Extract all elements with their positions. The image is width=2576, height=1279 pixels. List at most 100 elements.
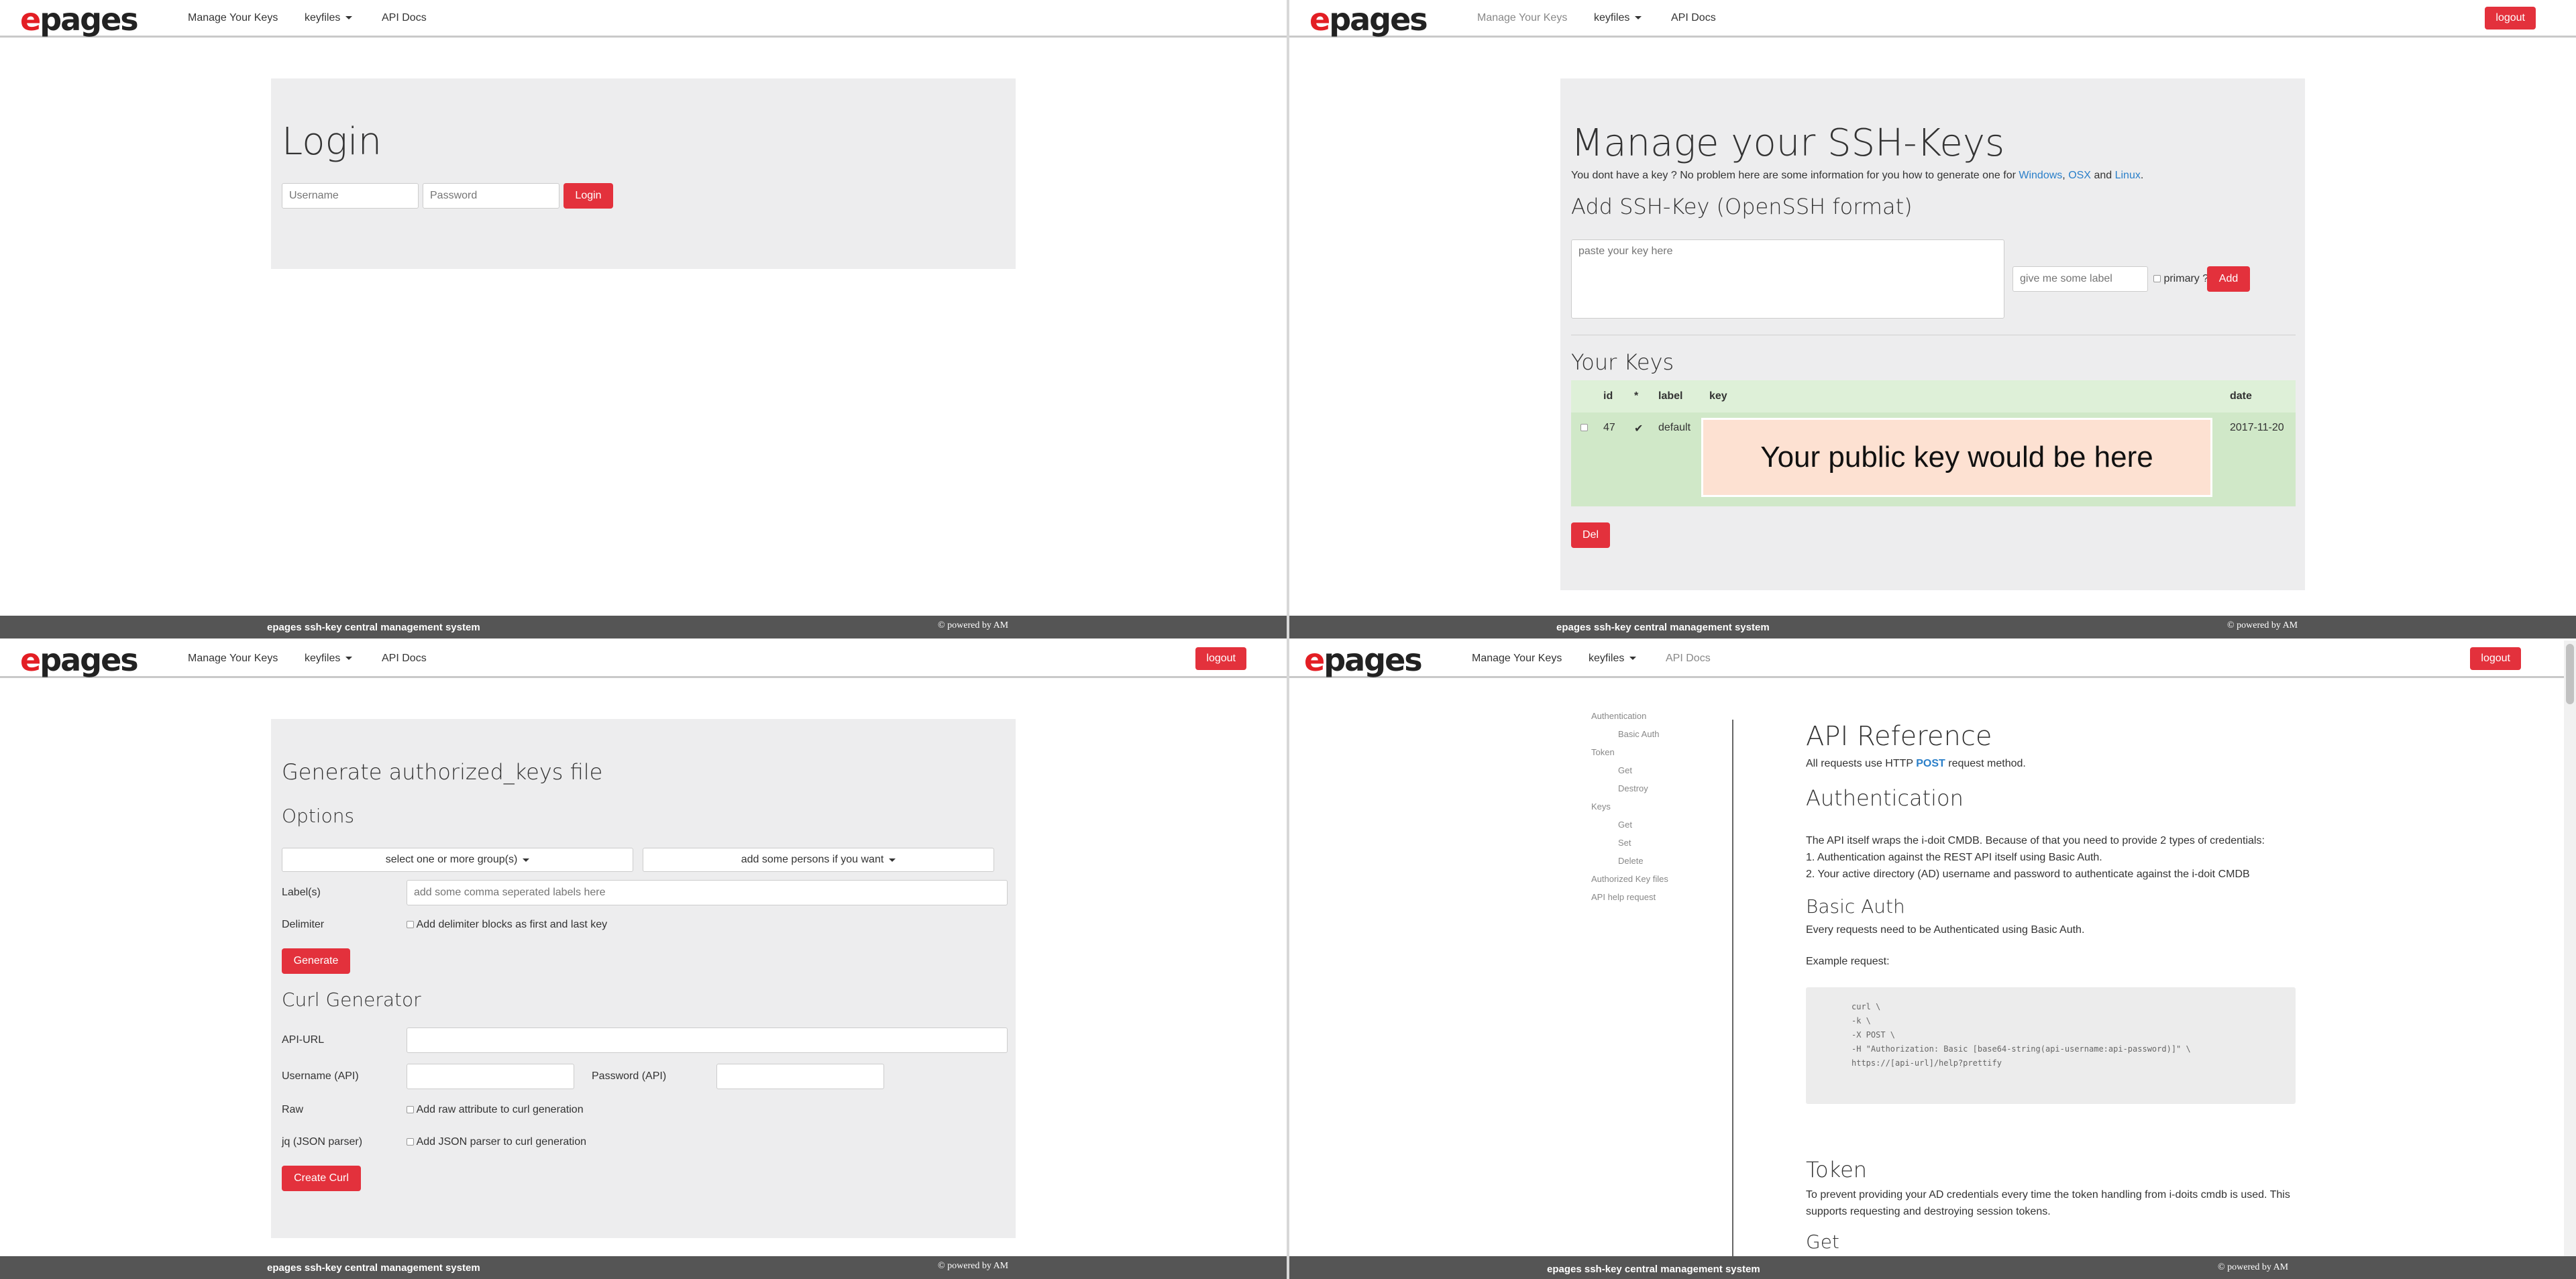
footer: epages ssh-key central management system… <box>0 1256 1287 1279</box>
footer-powered: © powered by AM <box>938 1261 1009 1271</box>
logout-button[interactable]: logout <box>2470 647 2521 670</box>
sidenav-api-help-request[interactable]: API help request <box>1591 892 1656 902</box>
code-line: -H "Authorization: Basic [base64-string(… <box>1851 1044 2191 1054</box>
footer-title: epages ssh-key central management system <box>267 622 480 633</box>
page-scrollbar[interactable] <box>2564 641 2576 1279</box>
token-heading: Token <box>1806 1157 1868 1182</box>
footer-title: epages ssh-key central management system <box>267 1262 480 1274</box>
generate-button[interactable]: Generate <box>282 948 350 974</box>
login-screen: epages Manage Your Keys keyfiles API Doc… <box>0 0 1287 638</box>
chevron-down-icon <box>1635 16 1642 20</box>
generate-keyfile-screen: epages Manage Your Keys keyfiles API Doc… <box>0 641 1287 1279</box>
footer-powered: © powered by AM <box>2227 620 2298 630</box>
navbar: epages Manage Your Keys keyfiles API Doc… <box>1289 0 2576 38</box>
sidenav-authorized-key-files[interactable]: Authorized Key files <box>1591 874 1668 884</box>
epages-logo[interactable]: epages <box>20 1 139 38</box>
col-label: label <box>1658 390 1683 402</box>
example-request-label: Example request: <box>1806 956 1890 967</box>
add-key-button[interactable]: Add <box>2207 266 2250 292</box>
footer-powered: © powered by AM <box>2218 1262 2289 1272</box>
sidenav-token[interactable]: Token <box>1591 747 1615 757</box>
raw-checkbox[interactable] <box>407 1106 414 1114</box>
sidenav-authentication[interactable]: Authentication <box>1591 711 1646 721</box>
login-panel: Login Login <box>271 78 1016 269</box>
epages-logo[interactable]: epages <box>1304 642 1423 678</box>
ssh-key-textarea[interactable] <box>1571 239 2004 319</box>
sidenav-token-get[interactable]: Get <box>1618 765 1632 775</box>
your-keys-heading: Your Keys <box>1571 349 1674 375</box>
groups-dropdown[interactable]: select one or more group(s) <box>282 848 633 872</box>
nav-api-docs[interactable]: API Docs <box>1666 653 1711 665</box>
raw-option: Add raw attribute to curl generation <box>407 1104 584 1116</box>
create-curl-button[interactable]: Create Curl <box>282 1166 361 1191</box>
primary-checkbox[interactable] <box>2153 275 2161 283</box>
nav-keyfiles-dropdown[interactable]: keyfiles <box>305 653 353 665</box>
nav-manage-keys[interactable]: Manage Your Keys <box>188 12 278 24</box>
footer: epages ssh-key central management system… <box>1289 1256 2576 1279</box>
public-key-cell: Your public key would be here <box>1701 418 2212 497</box>
page-title: Generate authorized_keys file <box>282 759 603 785</box>
row-primary-check: ✔ <box>1634 423 1644 435</box>
login-button[interactable]: Login <box>564 183 613 209</box>
nav-keyfiles-dropdown[interactable]: keyfiles <box>305 12 353 24</box>
api-intro: All requests use HTTP POST request metho… <box>1806 758 2026 769</box>
jq-option: Add JSON parser to curl generation <box>407 1136 586 1148</box>
windows-link[interactable]: Windows <box>2019 170 2062 181</box>
persons-dropdown[interactable]: add some persons if you want <box>643 848 994 872</box>
jq-label: jq (JSON parser) <box>282 1136 363 1148</box>
nav-keyfiles-dropdown[interactable]: keyfiles <box>1589 653 1637 665</box>
nav-api-docs[interactable]: API Docs <box>382 653 427 665</box>
sidenav-keys-get[interactable]: Get <box>1618 820 1632 830</box>
delete-key-button[interactable]: Del <box>1571 522 1610 548</box>
sidenav-keys[interactable]: Keys <box>1591 801 1611 812</box>
nav-manage-keys[interactable]: Manage Your Keys <box>188 653 278 665</box>
nav-api-docs[interactable]: API Docs <box>382 12 427 24</box>
row-select-checkbox[interactable] <box>1580 422 1588 434</box>
footer: epages ssh-key central management system… <box>0 616 1287 638</box>
row-date: 2017-11-20 <box>2230 422 2284 433</box>
post-method: POST <box>1916 758 1945 769</box>
scrollbar-thumb[interactable] <box>2566 644 2574 704</box>
password-api-label: Password (API) <box>592 1070 667 1082</box>
logout-button[interactable]: logout <box>2485 7 2536 30</box>
page-title: Manage your SSH-Keys <box>1571 121 2005 165</box>
sidenav-keys-set[interactable]: Set <box>1618 838 1631 848</box>
password-input[interactable] <box>423 183 559 209</box>
nav-api-docs[interactable]: API Docs <box>1671 12 1716 24</box>
navbar: epages Manage Your Keys keyfiles API Doc… <box>0 641 1287 678</box>
delimiter-checkbox[interactable] <box>407 921 414 929</box>
code-example: curl \ -k \ -X POST \ -H "Authorization:… <box>1806 987 2296 1104</box>
api-docs-screen: epages Manage Your Keys keyfiles API Doc… <box>1289 641 2576 1279</box>
chevron-down-icon <box>523 858 530 862</box>
api-url-input[interactable] <box>407 1027 1008 1053</box>
linux-link[interactable]: Linux <box>2115 170 2141 181</box>
footer-title: epages ssh-key central management system <box>1547 1264 1760 1275</box>
sidenav-basic-auth[interactable]: Basic Auth <box>1618 729 1659 739</box>
username-api-label: Username (API) <box>282 1070 359 1082</box>
nav-manage-keys[interactable]: Manage Your Keys <box>1472 653 1562 665</box>
nav-keyfiles-dropdown[interactable]: keyfiles <box>1594 12 1642 24</box>
username-input[interactable] <box>282 183 419 209</box>
authentication-heading: Authentication <box>1806 785 1964 811</box>
manage-keys-screen: epages Manage Your Keys keyfiles API Doc… <box>1289 0 2576 638</box>
col-date: date <box>2230 390 2252 402</box>
epages-logo[interactable]: epages <box>1309 1 1428 38</box>
api-url-label: API-URL <box>282 1034 325 1046</box>
sidenav-keys-delete[interactable]: Delete <box>1618 856 1644 866</box>
nav-manage-keys[interactable]: Manage Your Keys <box>1477 12 1567 24</box>
labels-input[interactable] <box>407 880 1008 905</box>
sidenav-token-destroy[interactable]: Destroy <box>1618 783 1648 793</box>
key-label-input[interactable] <box>2012 266 2148 292</box>
raw-label: Raw <box>282 1104 304 1115</box>
chevron-down-icon <box>1629 657 1637 661</box>
username-api-input[interactable] <box>407 1064 574 1089</box>
labels-label: Label(s) <box>282 887 321 898</box>
col-primary: * <box>1634 390 1639 402</box>
password-api-input[interactable] <box>716 1064 884 1089</box>
jq-checkbox[interactable] <box>407 1138 414 1146</box>
epages-logo[interactable]: epages <box>20 642 139 678</box>
add-key-heading: Add SSH-Key (OpenSSH format) <box>1571 194 1913 219</box>
logout-button[interactable]: logout <box>1195 647 1246 670</box>
osx-link[interactable]: OSX <box>2068 170 2091 181</box>
basic-auth-paragraph: Every requests need to be Authenticated … <box>1806 924 2085 936</box>
